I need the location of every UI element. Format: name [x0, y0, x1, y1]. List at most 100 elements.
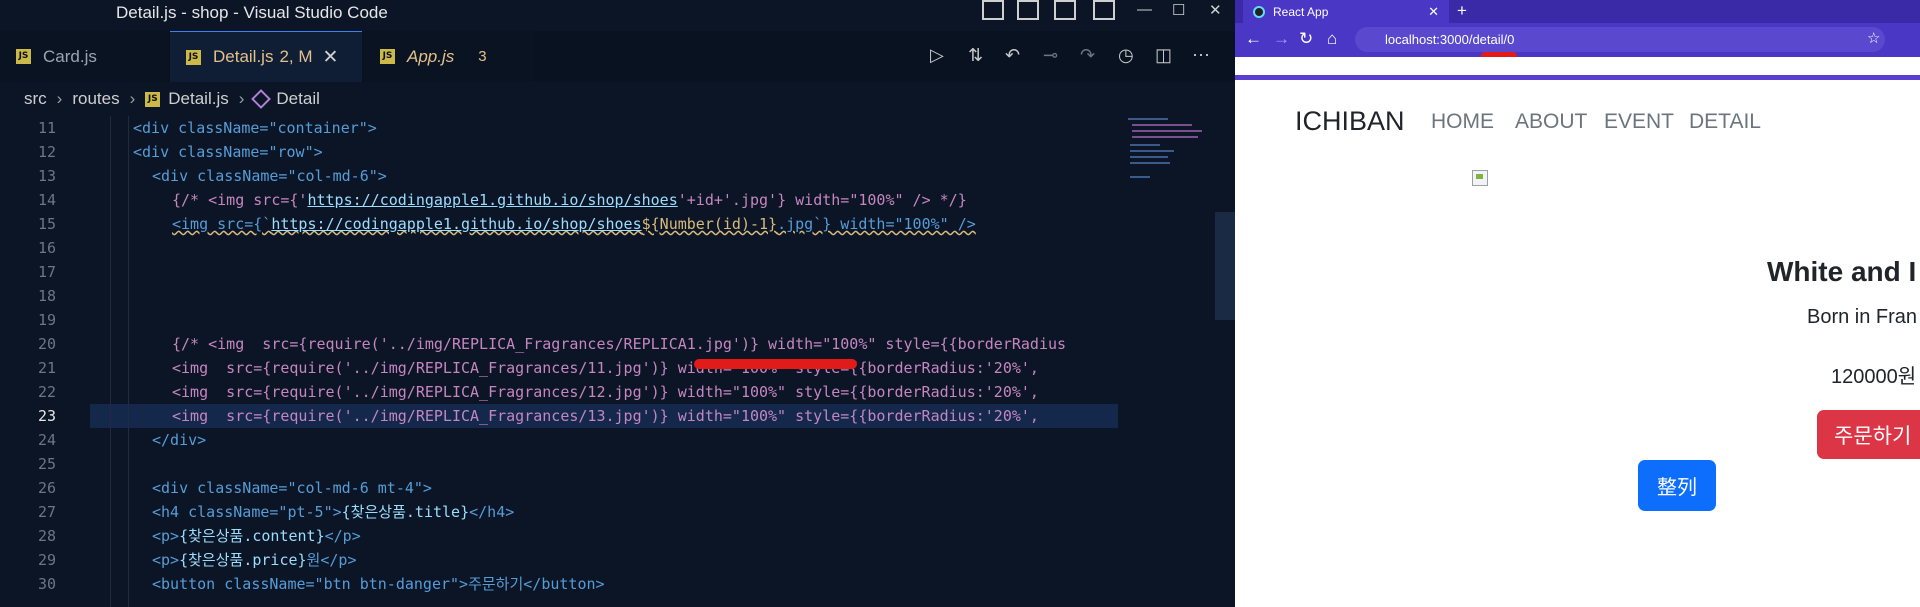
- nav-link-detail[interactable]: DETAIL: [1689, 110, 1761, 134]
- breadcrumb-routes[interactable]: routes: [72, 89, 119, 109]
- product-content: Born in Fran: [1807, 306, 1918, 328]
- url-text: localhost:3000/detail/0: [1385, 32, 1515, 47]
- js-file-icon: JS: [186, 49, 201, 65]
- code-line-29: <p>{찾은상품.price}원</p>: [152, 548, 356, 572]
- git-blame-icon[interactable]: ◷: [1118, 45, 1134, 66]
- browser-tab-strip: React App ✕ +: [1235, 0, 1920, 23]
- home-icon[interactable]: ⌂: [1327, 29, 1337, 49]
- line-number: 19: [37, 311, 56, 329]
- toggle-panel-icon[interactable]: [1017, 0, 1039, 20]
- line-number: 15: [37, 215, 56, 233]
- reload-icon[interactable]: ↻: [1299, 29, 1313, 49]
- split-editor-icon[interactable]: ◫: [1155, 45, 1172, 66]
- minimap-line: [1130, 176, 1150, 178]
- tab-label: App.js: [407, 46, 455, 66]
- minimize-icon[interactable]: —: [1137, 1, 1152, 18]
- minimap-line: [1130, 162, 1170, 164]
- code-text: </p>: [324, 527, 361, 545]
- browser-tab-react-app[interactable]: React App ✕: [1243, 0, 1449, 23]
- vscode-window: Detail.js - shop - Visual Studio Code — …: [0, 0, 1235, 607]
- code-line-15: <img src={`https://codingapple1.github.i…: [172, 212, 976, 236]
- minimap-line: [1132, 136, 1198, 138]
- toggle-sidebar-icon[interactable]: [982, 0, 1004, 20]
- order-button[interactable]: 주문하기: [1817, 410, 1920, 459]
- address-bar[interactable]: localhost:3000/detail/0: [1355, 27, 1885, 52]
- compare-changes-icon[interactable]: ⇅: [968, 45, 983, 66]
- back-icon[interactable]: ←: [1245, 29, 1262, 49]
- code-line-21: <img src={require('../img/REPLICA_Fragra…: [172, 356, 1039, 380]
- line-number: 24: [37, 431, 56, 449]
- vertical-scrollbar-thumb[interactable]: [1215, 212, 1235, 320]
- tab-detail-js[interactable]: JS Detail.js 2, M ✕: [170, 31, 362, 82]
- run-icon[interactable]: ▷: [930, 45, 944, 66]
- code-text: 원</p>: [306, 551, 357, 569]
- bookmark-star-icon[interactable]: ☆: [1867, 29, 1880, 47]
- tab-app-js[interactable]: JS App.js 3: [364, 31, 534, 82]
- code-line-13: <div className="col-md-6">: [152, 164, 387, 188]
- line-number-gutter: 11 12 13 14 15 16 17 18 19 20 21 22 23 2…: [0, 116, 90, 607]
- code-area[interactable]: <div className="container"> <div classNa…: [90, 116, 1118, 607]
- code-text: <p>: [152, 527, 180, 545]
- browser-window: React App ✕ + ← → ↻ ⌂ localhost:3000/det…: [1235, 0, 1920, 607]
- minimap-line: [1132, 130, 1202, 132]
- code-text: <img src={require('../img/REPLICA_Fragra…: [172, 383, 1039, 401]
- breadcrumb-file[interactable]: Detail.js: [168, 89, 228, 109]
- forward-icon[interactable]: →: [1273, 29, 1290, 49]
- new-tab-icon[interactable]: +: [1457, 1, 1467, 21]
- nav-link-home[interactable]: HOME: [1431, 110, 1494, 134]
- toggle-secondary-sidebar-icon[interactable]: [1054, 0, 1076, 20]
- minimap-line: [1130, 144, 1160, 146]
- editor-tabs: JS Card.js JS Detail.js 2, M ✕ JS App.js…: [0, 31, 1235, 82]
- line-number: 29: [37, 551, 56, 569]
- close-window-icon[interactable]: ✕: [1209, 1, 1222, 19]
- code-editor[interactable]: 11 12 13 14 15 16 17 18 19 20 21 22 23 2…: [0, 116, 1235, 607]
- line-number: 20: [37, 335, 56, 353]
- js-file-icon: JS: [380, 49, 395, 64]
- minimap-line: [1130, 156, 1168, 158]
- browser-tab-title: React App: [1273, 4, 1329, 19]
- maximize-icon[interactable]: ☐: [1172, 1, 1185, 19]
- breadcrumb-src[interactable]: src: [24, 89, 47, 109]
- code-text: <p>: [152, 551, 180, 569]
- window-title: Detail.js - shop - Visual Studio Code: [116, 3, 388, 22]
- minimap-line: [1132, 124, 1192, 126]
- code-line-30: <button className="btn btn-danger">주문하기<…: [152, 572, 605, 596]
- close-tab-icon[interactable]: ✕: [323, 46, 339, 69]
- minimap-line: [1128, 118, 1168, 120]
- sort-button[interactable]: 整列: [1638, 460, 1716, 511]
- breadcrumb: src › routes › JS Detail.js › Detail: [0, 82, 1235, 116]
- red-annotation-underline: [694, 359, 857, 369]
- more-actions-icon[interactable]: ⋯: [1192, 45, 1210, 66]
- code-text: <div className="col-md-6 mt-4">: [152, 479, 432, 497]
- code-text: <img src={require('../img/REPLICA_Fragra…: [172, 359, 1039, 377]
- page-top-strip: [1235, 57, 1920, 80]
- code-link[interactable]: https://codingapple1.github.io/shop/shoe…: [271, 215, 641, 233]
- tab-problems-count: 3: [478, 48, 487, 65]
- line-number: 17: [37, 263, 56, 281]
- minimap[interactable]: [1118, 116, 1235, 607]
- code-template-expression: ${Number(id)-1}: [641, 215, 778, 233]
- code-text: </div>: [152, 431, 207, 449]
- navbar-brand[interactable]: ICHIBAN: [1295, 106, 1405, 137]
- go-forward-icon[interactable]: ↷: [1080, 45, 1095, 66]
- code-text: .jpg`} width="100%" />: [777, 215, 976, 233]
- vscode-titlebar: Detail.js - shop - Visual Studio Code — …: [0, 0, 1235, 31]
- timeline-icon[interactable]: ⊸: [1043, 45, 1058, 66]
- line-number: 13: [37, 167, 56, 185]
- line-number: 26: [37, 479, 56, 497]
- product-title: White and I: [1767, 256, 1917, 287]
- close-tab-icon[interactable]: ✕: [1428, 4, 1439, 20]
- code-link[interactable]: https://codingapple1.github.io/shop/shoe…: [307, 191, 677, 209]
- chevron-right-icon: ›: [56, 89, 63, 108]
- customize-layout-icon[interactable]: [1093, 0, 1115, 20]
- nav-link-event[interactable]: EVENT: [1604, 110, 1674, 134]
- web-page: ICHIBAN HOME ABOUT EVENT DETAIL White an…: [1235, 80, 1920, 607]
- nav-link-about[interactable]: ABOUT: [1515, 110, 1587, 134]
- tab-card-js[interactable]: JS Card.js: [0, 31, 168, 82]
- code-text: <img src={require('../img/REPLICA_Fragra…: [172, 407, 1039, 425]
- minimap-line: [1130, 150, 1174, 152]
- breadcrumb-symbol[interactable]: Detail: [276, 89, 319, 109]
- code-text: <img src={`: [172, 215, 272, 233]
- code-text: <div className="row">: [133, 143, 323, 161]
- go-back-icon[interactable]: ↶: [1005, 45, 1020, 66]
